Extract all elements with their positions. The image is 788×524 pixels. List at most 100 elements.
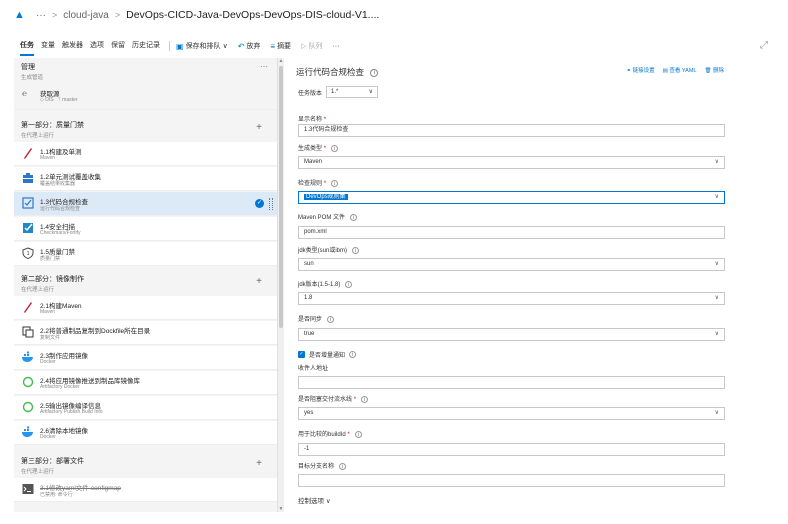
phase-subtitle: 在代理上运行 [21, 469, 55, 475]
summary-button[interactable]: ≡ 摘要 [270, 41, 291, 51]
check-rule-select[interactable]: DevOps规则集 ∨ [298, 191, 725, 204]
remove-button[interactable]: 🗑 删除 [704, 66, 724, 74]
task-2-6[interactable]: 2.6清除本地镜像 Docker [14, 421, 277, 445]
pipelines-icon[interactable]: ▲ [14, 9, 26, 21]
label-text: 目标分支名称 [298, 464, 335, 470]
scroll-up-icon[interactable]: ▲ [278, 58, 284, 64]
task-2-1[interactable]: 2.1构建Maven Maven [14, 296, 277, 320]
task-1-1[interactable]: 1.1构建及单测 Maven [14, 142, 277, 166]
task-3-1[interactable]: 3.1修改yaml文件-configmap 已禁用: 命令行 [14, 478, 277, 502]
gen-type-select[interactable]: Maven ∨ [298, 156, 725, 169]
play-icon: ▷ [301, 43, 307, 50]
chevron-down-icon: ∨ [714, 331, 719, 337]
info-icon[interactable]: i [370, 68, 379, 77]
required-mark: * [323, 117, 327, 123]
tab-options[interactable]: 选项 [90, 36, 104, 56]
tab-variables[interactable]: 变量 [41, 36, 55, 56]
buildid-input[interactable]: -1 [298, 443, 725, 456]
version-select[interactable]: 1.* ∨ [326, 86, 379, 98]
fail-build-label: 是否阻塞交付流水线 * i [298, 394, 369, 403]
label-text: 是否同步 [298, 317, 323, 323]
add-task-icon[interactable]: + [256, 458, 262, 469]
required-mark: * [347, 432, 350, 438]
display-name-input[interactable]: 1.3代码合规检查 [298, 124, 725, 137]
discard-button[interactable]: ↶ 放弃 [238, 41, 261, 51]
queue-button[interactable]: ▷ 队列 [301, 41, 322, 51]
get-sources-item[interactable]: ℮ 获取源 ◇ DIS ᛉ master [14, 84, 277, 110]
save-and-queue-button[interactable]: ▣ 保存和排队 ∨ [176, 41, 228, 51]
docker-icon [22, 426, 33, 437]
check-rule-label: 检查规则 * i [298, 178, 339, 187]
summary-label: 摘要 [277, 43, 292, 50]
pipeline-manage-header[interactable]: 管理 生成管道 ··· [14, 62, 277, 81]
info-icon[interactable]: i [361, 395, 369, 403]
left-scrollbar[interactable]: ▲ ▼ [278, 58, 284, 512]
select-value: Maven [304, 159, 323, 165]
task-1-5[interactable]: 1 1.5质量门禁 质量门禁 [14, 242, 277, 266]
info-icon[interactable]: i [339, 462, 347, 470]
control-options-toggle[interactable]: 控制选项 ∨ [298, 495, 331, 505]
more-icon[interactable]: ··· [260, 62, 268, 71]
chevron-down-icon: ∨ [325, 498, 331, 505]
info-icon[interactable]: i [331, 144, 339, 152]
expand-icon[interactable]: ⤢ [760, 40, 768, 51]
tab-retention[interactable]: 保留 [111, 36, 125, 56]
task-1-3[interactable]: 1.3代码合规检查 运行代码合规检查 ✓ [14, 192, 277, 216]
branch-icon: ᛉ [57, 97, 61, 103]
fail-build-select[interactable]: yes ∨ [298, 407, 725, 420]
info-icon[interactable]: i [354, 430, 362, 438]
checkmarx-icon [23, 223, 33, 233]
label-text: 收件人地址 [298, 366, 329, 372]
scroll-thumb[interactable] [279, 66, 283, 328]
view-yaml-button[interactable]: ▤ 查看 YAML [663, 66, 697, 74]
remove-label: 删除 [712, 68, 724, 74]
task-actions: ⚭ 链接设置 ▤ 查看 YAML 🗑 删除 [626, 66, 724, 74]
queue-label: 队列 [308, 43, 323, 50]
info-icon[interactable]: i [327, 315, 335, 323]
pipeline-title[interactable]: DevOps-CICD-Java-DevOps-DevOps-DIS-cloud… [126, 9, 379, 21]
phase-2-header[interactable]: 第二部分：镜像制作 在代理上运行 + [14, 274, 277, 293]
task-2-2[interactable]: 2.2将普通制品复制到Dockfile所在目录 复制文件 [14, 321, 277, 345]
chevron-down-icon: ∨ [368, 89, 374, 95]
incremental-checkbox[interactable]: ✓ [298, 351, 305, 358]
pom-input[interactable]: pom.xml [298, 226, 725, 239]
task-1-2[interactable]: 1.2单元测试覆盖收集 覆盖结果收集器 [14, 167, 277, 191]
link-settings-button[interactable]: ⚭ 链接设置 [626, 66, 654, 74]
task-detail-pane: 运行代码合规检查 i ⚭ 链接设置 ▤ 查看 YAML 🗑 删除 任务版本 1.… [286, 58, 736, 512]
info-icon[interactable]: i [349, 351, 357, 358]
task-2-4[interactable]: 2.4将应用镜像推送到制品库镜像库 Artifactory Docker [14, 371, 277, 395]
info-icon[interactable]: i [331, 179, 339, 187]
info-icon[interactable]: i [350, 213, 358, 221]
select-value: sun [304, 261, 314, 267]
required-mark: * [353, 397, 357, 403]
task-2-5[interactable]: 2.5输出镜像编译信息 Artifactory Publish Build In… [14, 396, 277, 420]
jdk-version-select[interactable]: 1.8 ∨ [298, 292, 725, 305]
task-sub: 质量门禁 [40, 256, 61, 262]
add-task-icon[interactable]: + [256, 122, 262, 133]
more-icon[interactable]: ··· [36, 10, 46, 21]
tab-triggers[interactable]: 触发器 [62, 36, 83, 56]
scroll-down-icon[interactable]: ▼ [278, 506, 284, 512]
task-title-text: 运行代码合规检查 [296, 67, 365, 77]
label-text: Maven POM 文件 [298, 215, 346, 221]
breadcrumb-project[interactable]: cloud-java [63, 10, 109, 21]
add-task-icon[interactable]: + [256, 276, 262, 287]
task-1-4[interactable]: 1.4安全扫描 Checkmarx/Fortify [14, 217, 277, 241]
drag-handle-icon[interactable] [269, 198, 273, 210]
task-sub: 覆盖结果收集器 [40, 181, 76, 187]
async-label: 是否同步 i [298, 314, 335, 323]
tab-tasks[interactable]: 任务 [20, 36, 34, 56]
tab-history[interactable]: 历史记录 [132, 36, 160, 56]
phase-3-header[interactable]: 第三部分：部署文件 在代理上运行 + [14, 456, 277, 475]
info-icon[interactable]: i [352, 246, 360, 254]
recipient-input[interactable] [298, 376, 725, 389]
task-2-3[interactable]: 2.3制作应用镜像 Docker [14, 346, 277, 370]
jdk-type-select[interactable]: sun ∨ [298, 258, 725, 271]
info-icon[interactable]: i [345, 280, 353, 288]
more-actions-icon[interactable]: ··· [332, 43, 339, 50]
async-select[interactable]: true ∨ [298, 328, 725, 341]
phase-1-header[interactable]: 第一部分：质量门禁 在代理上运行 + [14, 120, 277, 139]
docker-icon [22, 351, 33, 362]
enabled-check-icon: ✓ [255, 199, 264, 208]
target-branch-input[interactable] [298, 474, 725, 487]
